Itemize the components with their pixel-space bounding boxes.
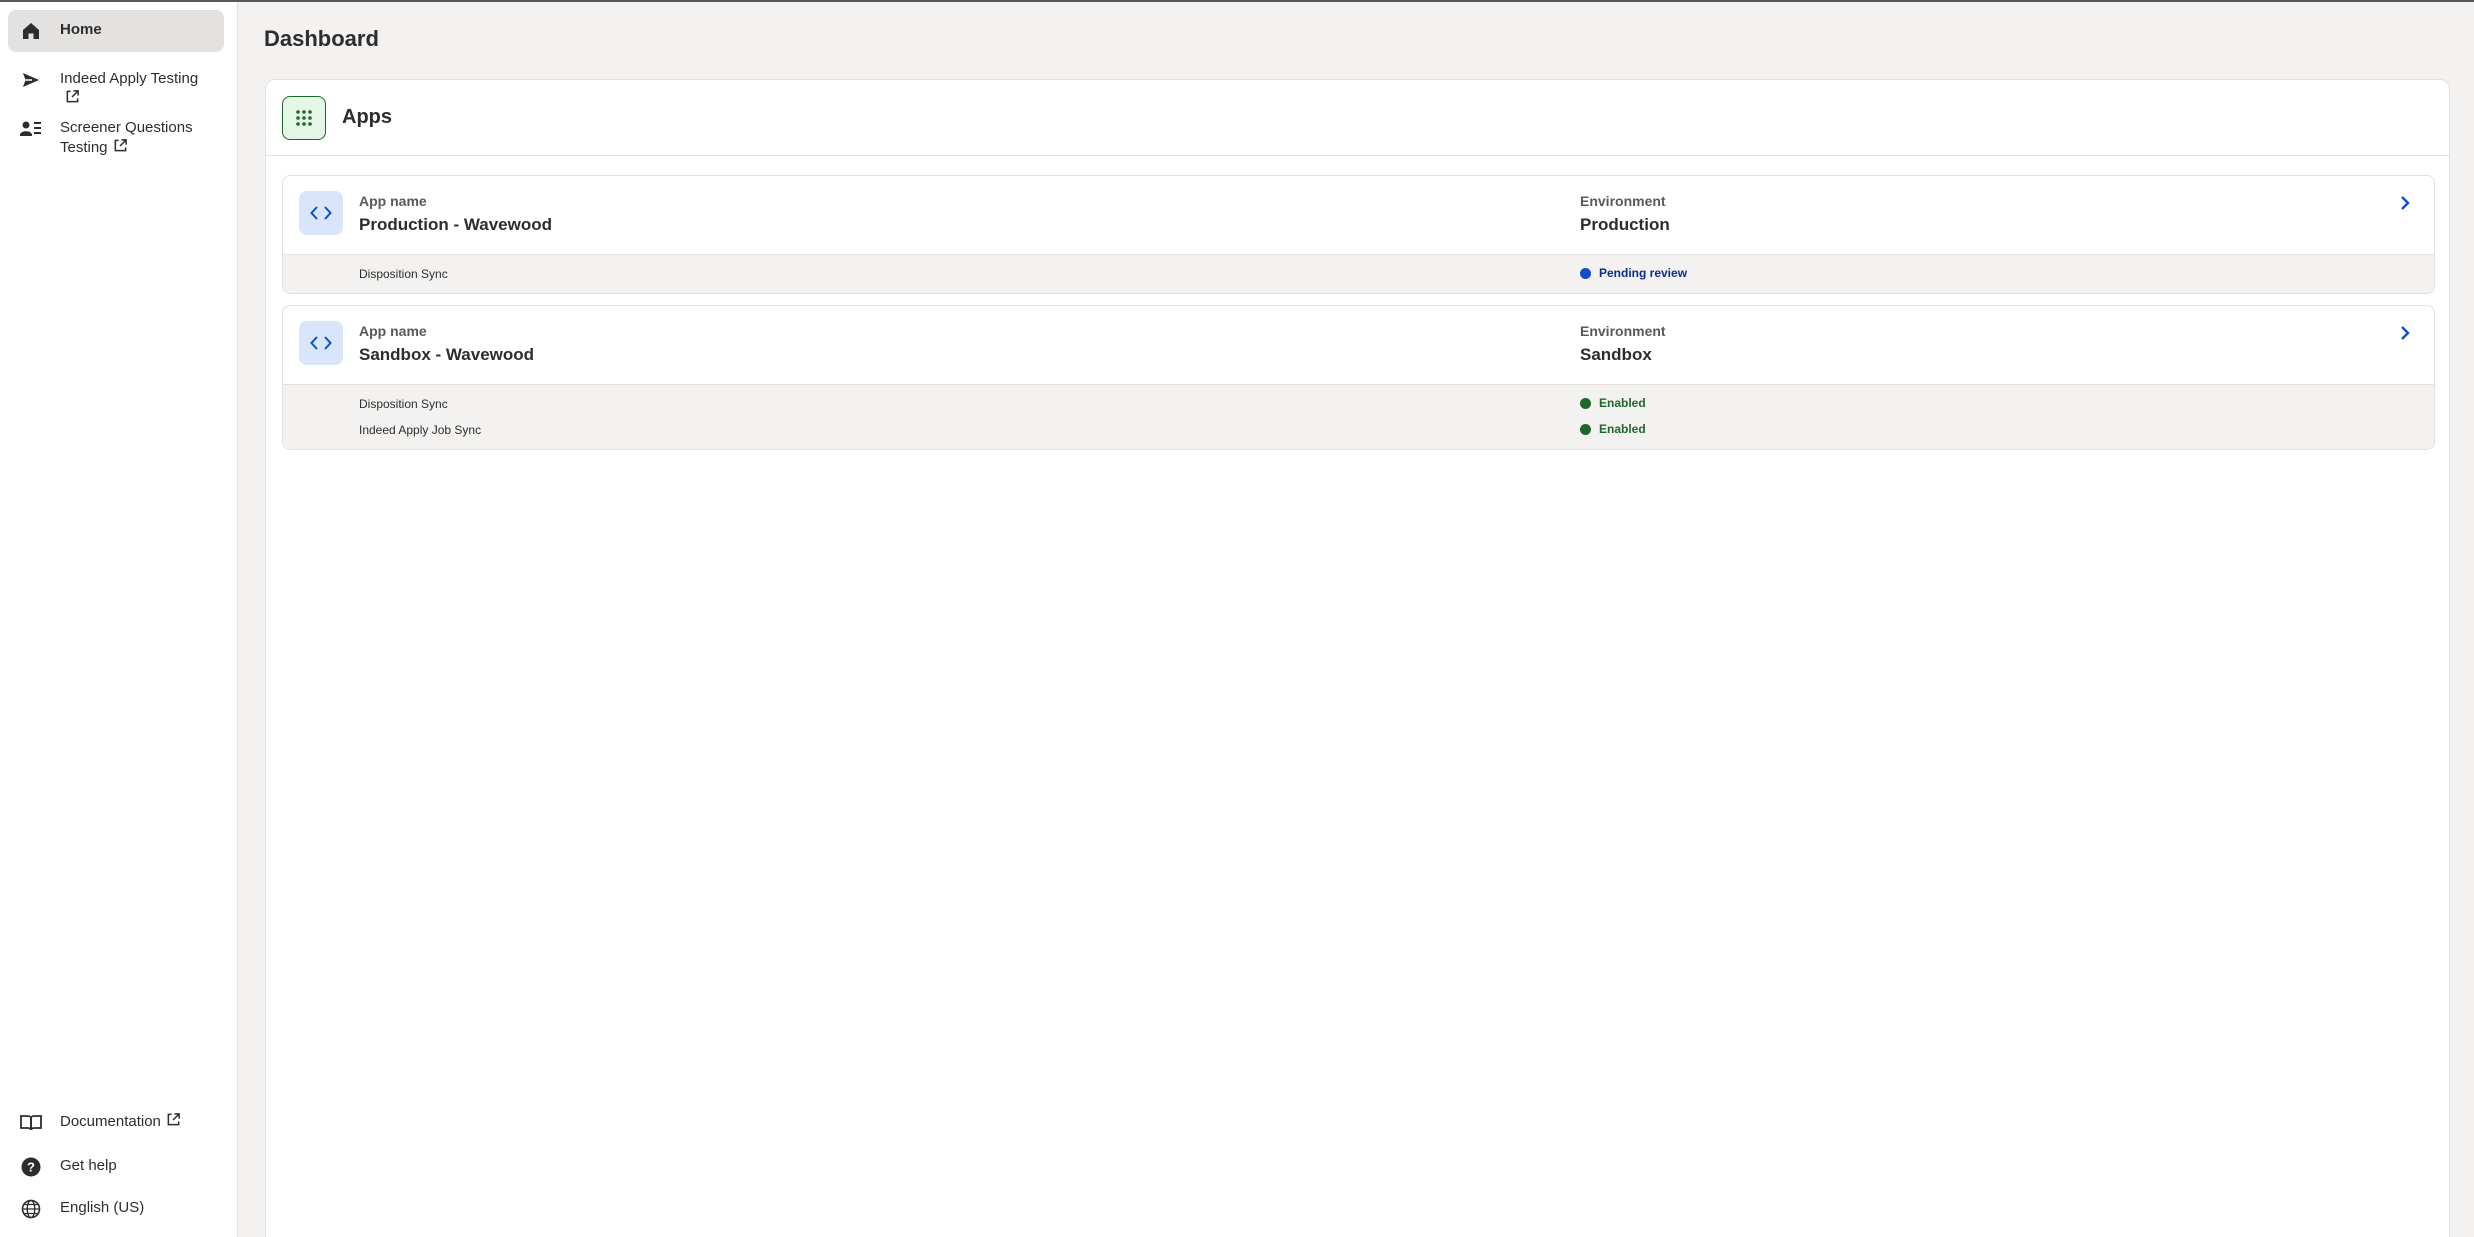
grid-icon (282, 95, 326, 140)
sidebar-item-label: Indeed Apply Testing (60, 70, 199, 87)
feature-row: Disposition Sync Pending review (283, 261, 2434, 287)
environment-label: Environment (1580, 193, 1666, 209)
app-name-label: App name (359, 193, 427, 209)
help-icon: ? (20, 1156, 42, 1178)
sidebar-item-get-help[interactable]: ? Get help (8, 1146, 224, 1188)
sidebar-item-label-line1: Screener Questions (60, 119, 193, 136)
home-icon (20, 20, 42, 42)
external-link-icon (167, 1113, 180, 1126)
app-card-link[interactable]: App name Sandbox - Wavewood Environment … (283, 306, 2434, 384)
book-icon (20, 1112, 42, 1134)
chevron-right-icon[interactable] (2396, 324, 2414, 342)
environment-label: Environment (1580, 323, 1666, 339)
external-link-icon (66, 90, 79, 103)
external-link-icon (114, 139, 127, 152)
feature-name: Disposition Sync (359, 267, 448, 281)
status-dot-icon (1580, 397, 1591, 409)
person-list-icon (20, 118, 42, 140)
svg-text:?: ? (27, 1160, 35, 1175)
chevron-right-icon[interactable] (2396, 194, 2414, 212)
status-dot-icon (1580, 267, 1591, 279)
status-badge: Pending review (1580, 266, 1687, 280)
panel-title: Apps (342, 106, 392, 128)
status-badge: Enabled (1580, 422, 1646, 436)
sidebar-item-home[interactable]: Home (8, 10, 224, 52)
status-text: Enabled (1599, 422, 1646, 436)
feature-row: Indeed Apply Job Sync Enabled (283, 417, 2434, 443)
sidebar-item-label-line2: Testing (60, 139, 108, 156)
sidebar-item-label: English (US) (60, 1199, 145, 1216)
app-name: Production - Wavewood (359, 215, 552, 234)
app-name: Sandbox - Wavewood (359, 345, 535, 364)
top-border (0, 0, 2474, 2)
sidebar-item-documentation[interactable]: Documentation (8, 1102, 224, 1144)
app-card-sandbox: App name Sandbox - Wavewood Environment … (282, 305, 2435, 450)
status-badge: Enabled (1580, 396, 1646, 410)
app-card-production: App name Production - Wavewood Environme… (282, 175, 2435, 294)
send-icon (20, 69, 42, 91)
apps-panel-header: Apps (266, 80, 2449, 156)
page-title: Dashboard (264, 26, 379, 51)
status-dot-icon (1580, 423, 1591, 435)
apps-panel: Apps App name Production - Wavewood Envi… (265, 79, 2450, 1237)
sidebar-item-label: Get help (60, 1157, 117, 1174)
code-icon (299, 191, 343, 235)
feature-name: Disposition Sync (359, 397, 448, 411)
feature-row: Disposition Sync Enabled (283, 391, 2434, 417)
sidebar-item-screener-questions-testing[interactable]: Screener Questions Testing (8, 108, 224, 168)
status-text: Enabled (1599, 396, 1646, 410)
environment-value: Sandbox (1580, 345, 1652, 364)
feature-name: Indeed Apply Job Sync (359, 423, 482, 437)
app-features: Disposition Sync Enabled Indeed Apply Jo… (283, 384, 2434, 449)
app-name-label: App name (359, 323, 427, 339)
sidebar: Home Indeed Apply Testing Screener Quest… (0, 2, 238, 1237)
globe-icon (20, 1198, 42, 1220)
sidebar-item-label: Documentation (60, 1113, 161, 1130)
code-icon (299, 321, 343, 365)
environment-value: Production (1580, 215, 1670, 234)
status-text: Pending review (1599, 266, 1688, 280)
sidebar-item-language[interactable]: English (US) (8, 1188, 224, 1230)
app-features: Disposition Sync Pending review (283, 254, 2434, 293)
sidebar-item-label: Home (60, 21, 102, 38)
app-card-link[interactable]: App name Production - Wavewood Environme… (283, 176, 2434, 254)
